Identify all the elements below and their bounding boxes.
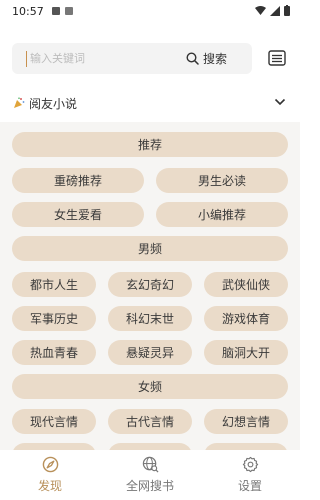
bookshelf-icon[interactable] [268, 50, 286, 66]
notification-icons [51, 7, 73, 15]
nav-label: 发现 [37, 479, 62, 493]
chevron-down-icon[interactable] [274, 97, 286, 107]
signal-icon [270, 5, 280, 16]
category-pill[interactable]: 悬疑灵异 [108, 340, 192, 365]
text-cursor [26, 50, 27, 67]
category-pill[interactable]: 玄幻奇幻 [108, 272, 192, 297]
nav-web-search[interactable]: 全网搜书 [100, 450, 200, 500]
category-pill-partial[interactable] [204, 443, 288, 450]
notification-icon [51, 7, 60, 15]
category-pill[interactable]: 重磅推荐 [12, 168, 144, 193]
bottom-nav: 发现 全网搜书 设置 [0, 450, 300, 500]
search-button[interactable]: 搜索 [186, 50, 227, 67]
source-selector[interactable]: 阅友小说 [0, 88, 300, 118]
system-status-icons [255, 5, 290, 16]
wifi-icon [255, 5, 266, 15]
nav-settings[interactable]: 设置 [200, 450, 300, 500]
section-header-female[interactable]: 女频 [12, 374, 288, 399]
category-pill[interactable]: 幻想言情 [204, 409, 288, 434]
party-popper-icon [14, 97, 25, 108]
image-notification-icon [64, 7, 73, 15]
gear-icon [242, 456, 258, 473]
globe-search-icon [142, 456, 158, 473]
nav-label: 全网搜书 [125, 479, 174, 493]
status-bar: 10:57 [0, 0, 300, 22]
search-icon [186, 52, 199, 65]
source-name: 阅友小说 [29, 96, 78, 111]
category-pill[interactable]: 古代言情 [108, 409, 192, 434]
category-pill[interactable]: 现代言情 [12, 409, 96, 434]
category-pill-partial[interactable] [12, 443, 96, 450]
search-button-label: 搜索 [203, 52, 228, 66]
search-bar[interactable]: 搜索 [12, 43, 252, 74]
category-pill[interactable]: 军事历史 [12, 306, 96, 331]
nav-discover[interactable]: 发现 [0, 450, 100, 500]
category-pill[interactable]: 都市人生 [12, 272, 96, 297]
category-pill[interactable]: 热血青春 [12, 340, 96, 365]
search-input[interactable] [30, 52, 180, 65]
category-pill[interactable]: 男生必读 [156, 168, 288, 193]
nav-label: 设置 [237, 479, 262, 493]
section-header-male[interactable]: 男频 [12, 236, 288, 261]
section-header-recommend[interactable]: 推荐 [12, 132, 288, 157]
status-time: 10:57 [12, 4, 44, 18]
category-pill[interactable]: 小编推荐 [156, 202, 288, 227]
category-pill[interactable]: 女生爱看 [12, 202, 144, 227]
category-pill[interactable]: 武侠仙侠 [204, 272, 288, 297]
category-panel: 推荐 重磅推荐 男生必读 女生爱看 小编推荐 男频 都市人生 玄幻奇幻 武侠仙侠… [0, 122, 300, 450]
category-pill-partial[interactable] [108, 443, 192, 450]
category-pill[interactable]: 科幻末世 [108, 306, 192, 331]
compass-icon [42, 456, 58, 473]
category-pill[interactable]: 游戏体育 [204, 306, 288, 331]
category-pill[interactable]: 脑洞大开 [204, 340, 288, 365]
battery-icon [284, 5, 290, 16]
